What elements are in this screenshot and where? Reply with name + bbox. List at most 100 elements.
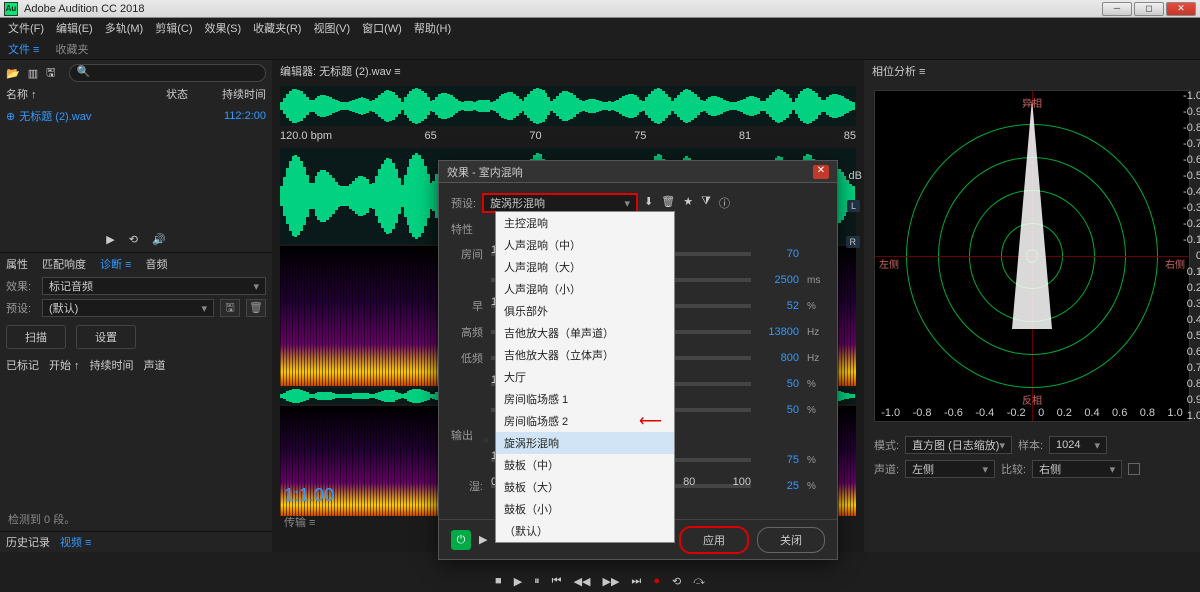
- col-status[interactable]: 状态: [166, 86, 216, 106]
- menu-effects[interactable]: 效果(S): [205, 20, 242, 36]
- col-name[interactable]: 名称 ↑: [6, 86, 166, 106]
- tab-favorites[interactable]: 收藏夹: [55, 41, 88, 57]
- phase-scope[interactable]: 异相 左侧 右侧 反相 -1.0-0.8-0.6 -0.4-0.20 0.20.…: [874, 90, 1190, 422]
- opt-vocal-l[interactable]: 人声混响（大）: [496, 256, 674, 278]
- close-button[interactable]: ✕: [1166, 2, 1196, 16]
- settings-button[interactable]: 设置: [76, 325, 136, 349]
- channel-l-badge: L: [847, 200, 860, 212]
- play-button[interactable]: ▶: [514, 575, 522, 588]
- tab-loudness[interactable]: 匹配响度: [42, 256, 86, 272]
- app-title: Adobe Audition CC 2018: [24, 3, 1100, 15]
- delete-preset-icon[interactable]: 🗑: [246, 299, 266, 317]
- waveform-icon: ⊕: [6, 110, 15, 123]
- overview-waveform[interactable]: [280, 86, 856, 126]
- preview-play-icon[interactable]: ▶: [479, 533, 487, 546]
- phase-title: 相位分析 ≡: [872, 63, 925, 79]
- opt-vocal-m[interactable]: 人声混响（中）: [496, 234, 674, 256]
- channel-dropdown[interactable]: 左侧: [905, 460, 995, 478]
- dialog-close-icon[interactable]: ✕: [813, 165, 829, 179]
- opt-vocal-s[interactable]: 人声混响（小）: [496, 278, 674, 300]
- close-button[interactable]: 关闭: [757, 527, 825, 553]
- search-input[interactable]: 🔍: [69, 64, 266, 82]
- save-icon[interactable]: 🖫: [46, 64, 55, 83]
- transport-controls: ■ ▶ ⏸ ⏮ ◀◀ ▶▶ ⏭ ● ⟲ ⤼: [495, 575, 705, 588]
- sample-dropdown[interactable]: 1024: [1049, 436, 1107, 454]
- pause-button[interactable]: ⏸: [534, 575, 540, 588]
- opt-drum-m[interactable]: 鼓板（中）: [496, 454, 674, 476]
- new-icon[interactable]: ▥: [28, 67, 38, 80]
- col-duration[interactable]: 持续时间: [216, 86, 266, 106]
- menu-clip[interactable]: 剪辑(C): [155, 20, 192, 36]
- menu-favorites[interactable]: 收藏夹(R): [253, 20, 301, 36]
- tab-file[interactable]: 文件 ≡: [8, 41, 39, 57]
- tab-diagnostics[interactable]: 诊断 ≡: [100, 256, 131, 272]
- tab-properties[interactable]: 属性: [6, 256, 28, 272]
- play-icon[interactable]: ▶: [106, 233, 114, 246]
- record-button[interactable]: ●: [653, 575, 660, 588]
- opt-guitar-mono[interactable]: 吉他放大器（单声道）: [496, 322, 674, 344]
- maximize-button[interactable]: ◻: [1134, 2, 1164, 16]
- file-row[interactable]: ⊕ 无标题 (2).wav 112:2:00: [0, 106, 272, 126]
- opt-master[interactable]: 主控混响: [496, 212, 674, 234]
- open-icon[interactable]: 📂: [6, 67, 20, 80]
- timeline-ruler[interactable]: 120.0 bpm 6570 7581 85: [280, 130, 856, 146]
- prev-button[interactable]: ⏮: [552, 575, 562, 588]
- file-name: 无标题 (2).wav: [19, 108, 216, 124]
- menu-multitrack[interactable]: 多轨(M): [105, 20, 144, 36]
- menu-view[interactable]: 视图(V): [313, 20, 350, 36]
- channel-r-badge: R: [846, 236, 861, 248]
- menu-help[interactable]: 帮助(H): [414, 20, 451, 36]
- delete-preset-icon[interactable]: 🗑: [661, 195, 675, 211]
- opt-default[interactable]: （默认）: [496, 520, 674, 542]
- opt-hall[interactable]: 大厅: [496, 366, 674, 388]
- opt-drum-s[interactable]: 鼓板（小）: [496, 498, 674, 520]
- opt-room1[interactable]: 房间临场感 1: [496, 388, 674, 410]
- loop-button[interactable]: ⟲: [672, 575, 681, 588]
- opt-club[interactable]: 俱乐部外: [496, 300, 674, 322]
- tab-audio[interactable]: 音频: [145, 256, 167, 272]
- menu-edit[interactable]: 编辑(E): [56, 20, 93, 36]
- power-button[interactable]: ⏻: [451, 530, 471, 550]
- left-panel: 📂 ▥ 🖫 🔍 名称 ↑ 状态 持续时间 ⊕ 无标题 (2).wav 112:2…: [0, 60, 272, 552]
- save-preset-icon[interactable]: 🖫: [220, 299, 240, 317]
- scan-button[interactable]: 扫描: [6, 325, 66, 349]
- info-icon[interactable]: ⓘ: [719, 195, 730, 211]
- opt-swirl[interactable]: 旋涡形混响: [496, 432, 674, 454]
- axis-h: -1.0-0.8-0.6 -0.4-0.20 0.20.40.6 0.81.0: [875, 407, 1189, 419]
- preset-label: 预设:: [6, 300, 36, 316]
- settings-icon[interactable]: ⧩: [701, 195, 711, 211]
- tab-video[interactable]: 视频 ≡: [60, 534, 91, 550]
- minimize-button[interactable]: ─: [1102, 2, 1132, 16]
- menu-window[interactable]: 窗口(W): [362, 20, 402, 36]
- editor-title: 编辑器: 无标题 (2).wav ≡: [280, 63, 401, 79]
- db-scale: dB: [849, 170, 862, 182]
- preset-dropdown[interactable]: (默认): [42, 299, 214, 317]
- skip-button[interactable]: ⤼: [693, 575, 705, 588]
- favorite-preset-icon[interactable]: ★: [683, 195, 693, 211]
- apply-button[interactable]: 应用: [679, 526, 749, 554]
- loop-icon[interactable]: ⟲: [129, 233, 138, 246]
- effect-label: 效果:: [6, 278, 36, 294]
- opt-guitar-stereo[interactable]: 吉他放大器（立体声）: [496, 344, 674, 366]
- compare-dropdown[interactable]: 右侧: [1032, 460, 1122, 478]
- channel-label: 声道:: [874, 461, 899, 477]
- mode-label: 模式:: [874, 437, 899, 453]
- mode-dropdown[interactable]: 直方图 (日志缩放): [905, 436, 1012, 454]
- auto-icon[interactable]: 🔊: [152, 233, 166, 246]
- opt-drum-l[interactable]: 鼓板（大）: [496, 476, 674, 498]
- phase-panel: 相位分析 ≡ 异相 左侧 右侧 反相 -1.0-0.8-0.6 -0.4-0.2…: [864, 60, 1200, 552]
- next-button[interactable]: ⏭: [631, 575, 641, 588]
- menu-file[interactable]: 文件(F): [8, 20, 44, 36]
- tab-history[interactable]: 历史记录: [6, 534, 50, 550]
- download-preset-icon[interactable]: ⬇: [644, 195, 653, 211]
- checkbox[interactable]: [1128, 463, 1140, 475]
- reverb-dialog: 效果 - 室内混响 ✕ 预设: 旋涡形混响 ⬇ 🗑 ★ ⧩ ⓘ 主控混响 人声混…: [438, 160, 838, 560]
- effect-dropdown[interactable]: 标记音频: [42, 277, 266, 295]
- dlg-preset-dropdown[interactable]: 旋涡形混响: [482, 193, 638, 213]
- marker-columns: 已标记 开始 ↑ 持续时间 声道: [0, 355, 272, 375]
- forward-button[interactable]: ▶▶: [602, 575, 619, 588]
- compare-label: 比较:: [1001, 461, 1026, 477]
- stop-button[interactable]: ■: [495, 575, 502, 588]
- rewind-button[interactable]: ◀◀: [574, 575, 591, 588]
- sample-label: 样本:: [1018, 437, 1043, 453]
